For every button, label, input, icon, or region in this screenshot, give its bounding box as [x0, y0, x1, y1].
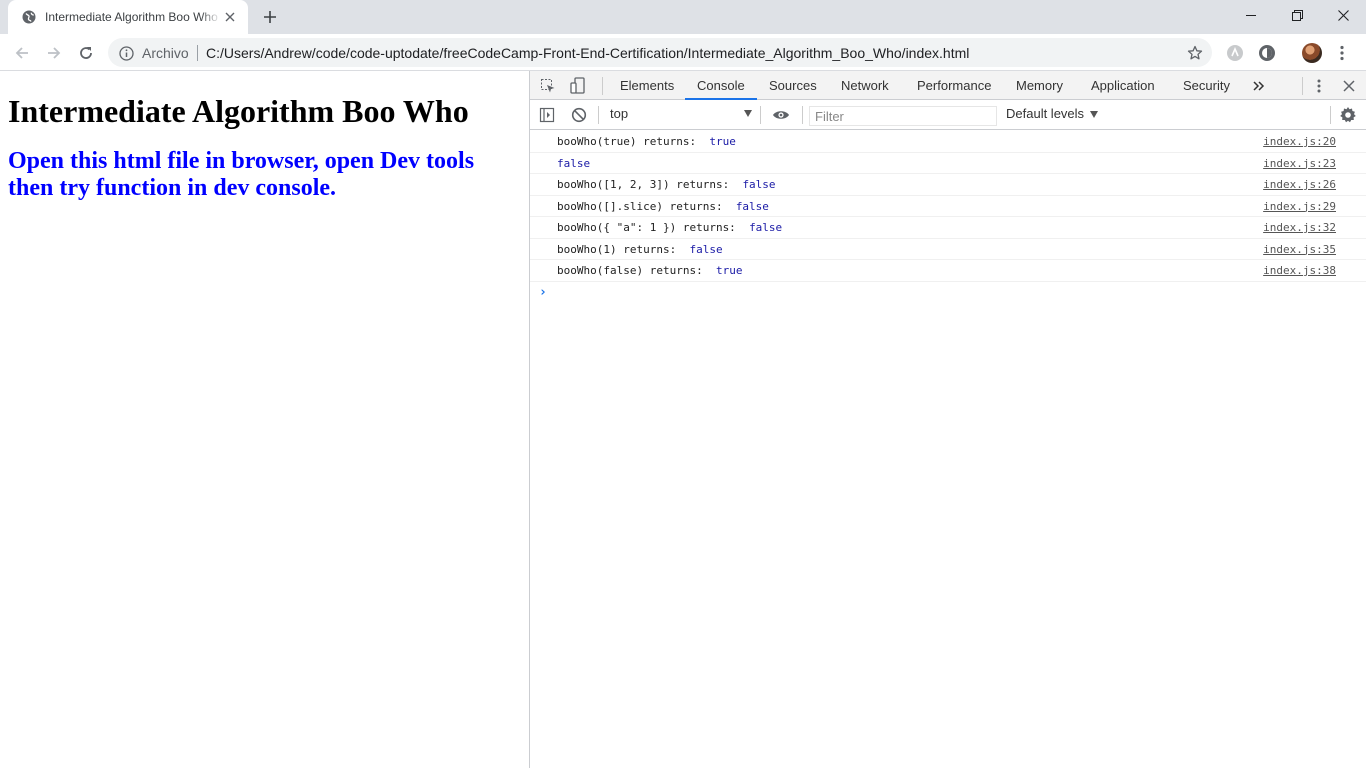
- console-message: booWho(false) returns: true: [557, 264, 742, 277]
- log-levels-label: Default levels: [1006, 106, 1085, 121]
- clear-console-icon[interactable]: [569, 105, 589, 125]
- extension-icon[interactable]: [1225, 43, 1245, 63]
- console-message: booWho([].slice) returns: false: [557, 200, 769, 213]
- dropdown-arrow-icon: [744, 110, 752, 117]
- profile-avatar[interactable]: [1302, 43, 1322, 63]
- console-message-value: false: [735, 199, 769, 213]
- console-source-link[interactable]: index.js:26: [1263, 178, 1336, 191]
- inspect-element-icon[interactable]: [538, 76, 558, 96]
- forward-button[interactable]: [40, 39, 68, 67]
- console-message-text: booWho(true) returns:: [557, 135, 710, 148]
- tab-elements[interactable]: Elements: [620, 71, 674, 100]
- tab-title: Intermediate Algorithm Boo Who: [45, 10, 218, 24]
- devtools-tab-bar: Elements Console Sources Network Perform…: [530, 71, 1366, 100]
- devtools-panel: Elements Console Sources Network Perform…: [529, 71, 1366, 768]
- more-tabs-chevron-icon[interactable]: [1249, 76, 1269, 96]
- page-subheading: Open this html file in browser, open Dev…: [8, 148, 475, 201]
- console-prompt[interactable]: ›: [530, 282, 1366, 304]
- console-message-row: false index.js:23: [530, 153, 1366, 174]
- info-icon[interactable]: [118, 45, 134, 61]
- new-tab-button[interactable]: [256, 5, 284, 29]
- console-message-row: booWho([].slice) returns: false index.js:…: [530, 196, 1366, 217]
- bookmark-star-icon[interactable]: [1186, 44, 1204, 62]
- console-message-value: false: [742, 178, 776, 191]
- console-settings-gear-icon[interactable]: [1338, 105, 1358, 125]
- close-tab-icon[interactable]: [222, 9, 238, 25]
- tab-console[interactable]: Console: [685, 71, 757, 100]
- tab-strip: Intermediate Algorithm Boo Who: [0, 0, 1366, 34]
- console-message-row: booWho(true) returns: true index.js:20: [530, 131, 1366, 153]
- devtools-menu-icon[interactable]: [1309, 76, 1329, 96]
- tab-divider: [602, 77, 603, 95]
- console-source-link[interactable]: index.js:23: [1263, 157, 1336, 170]
- console-messages: booWho(true) returns: true index.js:20 fal…: [530, 131, 1366, 304]
- console-message: booWho(true) returns: true: [557, 135, 736, 148]
- console-message: booWho({ "a": 1 }) returns: false: [557, 221, 782, 234]
- close-devtools-icon[interactable]: [1339, 76, 1359, 96]
- close-window-button[interactable]: [1320, 0, 1366, 30]
- address-bar[interactable]: Archivo C:/Users/Andrew/code/code-uptoda…: [108, 38, 1212, 67]
- toolbar-divider: [1330, 106, 1331, 124]
- tab-security[interactable]: Security: [1183, 71, 1230, 100]
- console-message-value: true: [715, 264, 743, 277]
- device-toolbar-icon[interactable]: [568, 76, 588, 96]
- tab-sources[interactable]: Sources: [769, 71, 817, 100]
- page-viewport: Intermediate Algorithm Boo Who Open this…: [0, 71, 529, 768]
- page-heading: Intermediate Algorithm Boo Who: [8, 93, 469, 129]
- console-source-link[interactable]: index.js:20: [1263, 135, 1336, 148]
- console-source-link[interactable]: index.js:35: [1263, 243, 1336, 256]
- console-message-row: booWho(1) returns: false index.js:35: [530, 239, 1366, 260]
- console-source-link[interactable]: index.js:38: [1263, 264, 1336, 277]
- console-message-row: booWho(false) returns: true index.js:38: [530, 260, 1366, 282]
- tab-performance[interactable]: Performance: [917, 71, 991, 100]
- browser-menu-icon[interactable]: [1334, 43, 1350, 63]
- back-button[interactable]: [8, 39, 36, 67]
- tab-application[interactable]: Application: [1091, 71, 1155, 100]
- prompt-chevron-icon: ›: [539, 284, 547, 300]
- toolbar-divider: [598, 106, 599, 124]
- console-message-value: false: [749, 221, 783, 234]
- console-message-value: false: [557, 156, 591, 170]
- dark-mode-extension-icon[interactable]: [1257, 43, 1277, 63]
- console-source-link[interactable]: index.js:29: [1263, 200, 1336, 213]
- console-message-text: booWho(false) returns:: [557, 264, 716, 277]
- console-message-text: booWho(1) returns:: [557, 242, 690, 256]
- console-filter-input[interactable]: [809, 106, 997, 126]
- tab-memory[interactable]: Memory: [1016, 71, 1063, 100]
- context-value: top: [610, 106, 629, 121]
- minimize-button[interactable]: [1228, 0, 1274, 30]
- console-message: booWho([1, 2, 3]) returns: false: [557, 178, 776, 191]
- console-message-value: true: [709, 135, 736, 148]
- browser-tab[interactable]: Intermediate Algorithm Boo Who: [8, 0, 248, 34]
- tab-divider: [1302, 77, 1303, 95]
- url-text[interactable]: C:/Users/Andrew/code/code-uptodate/freeC…: [206, 45, 969, 61]
- console-message-value: false: [689, 242, 723, 256]
- context-selector[interactable]: top: [610, 106, 752, 124]
- browser-toolbar: Archivo C:/Users/Andrew/code/code-uptoda…: [0, 34, 1366, 71]
- console-toolbar: top Default levels: [530, 100, 1366, 130]
- console-message-row: booWho({ "a": 1 }) returns: false index.j…: [530, 217, 1366, 239]
- sidebar-toggle-icon[interactable]: [537, 105, 557, 125]
- tab-network[interactable]: Network: [841, 71, 889, 100]
- globe-icon: [21, 9, 37, 25]
- security-label: Archivo: [142, 45, 189, 61]
- restore-button[interactable]: [1274, 0, 1320, 30]
- console-message: false: [557, 157, 590, 170]
- reload-button[interactable]: [72, 39, 100, 67]
- console-message-row: booWho([1, 2, 3]) returns: false index.js…: [530, 174, 1366, 196]
- omnibox-separator: [197, 45, 198, 61]
- live-expression-eye-icon[interactable]: [771, 105, 791, 125]
- console-source-link[interactable]: index.js:32: [1263, 221, 1336, 234]
- console-message-text: booWho([].slice) returns:: [557, 199, 736, 213]
- console-message-text: booWho([1, 2, 3]) returns:: [557, 178, 743, 191]
- console-message: booWho(1) returns: false: [557, 243, 723, 256]
- console-message-text: booWho({ "a": 1 }) returns:: [557, 221, 750, 234]
- toolbar-divider: [760, 106, 761, 124]
- toolbar-divider: [802, 106, 803, 124]
- log-levels-dropdown[interactable]: Default levels: [1006, 106, 1099, 121]
- dropdown-arrow-icon: [1090, 111, 1099, 119]
